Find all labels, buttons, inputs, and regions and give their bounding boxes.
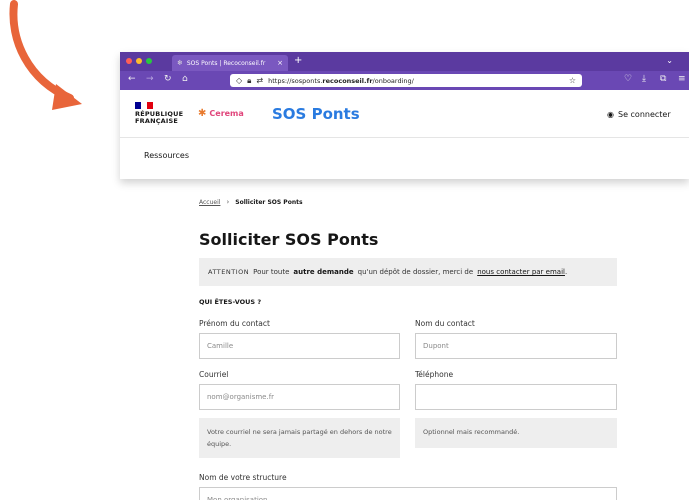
browser-titlebar: ❄ SOS Ponts | Recoconseil.fr × + ⌄ xyxy=(120,52,689,71)
firstname-input[interactable] xyxy=(199,333,400,359)
breadcrumb-current: Solliciter SOS Ponts xyxy=(235,198,303,206)
user-icon: ◉ xyxy=(607,110,614,119)
lastname-input[interactable] xyxy=(415,333,617,359)
login-button[interactable]: ◉ Se connecter xyxy=(607,110,671,119)
phone-hint: Optionnel mais recommandé. xyxy=(415,418,617,448)
bookmark-star-icon[interactable]: ☆ xyxy=(569,76,576,85)
forward-icon[interactable]: → xyxy=(146,74,154,84)
header-divider xyxy=(120,137,689,138)
close-window-icon[interactable] xyxy=(126,58,132,64)
contact-email-link[interactable]: nous contacter par email xyxy=(477,268,565,276)
browser-navbar: ← → ↻ ⌂ ◇ 🔒︎ ⇄ https://sosponts.recocons… xyxy=(120,71,689,90)
lastname-label: Nom du contact xyxy=(415,319,475,328)
breadcrumb-home-link[interactable]: Accueil xyxy=(199,199,220,206)
site-title[interactable]: SOS Ponts xyxy=(272,105,360,123)
login-label: Se connecter xyxy=(617,110,671,119)
tab-title: SOS Ponts | Recoconseil.fr xyxy=(186,59,266,67)
new-tab-icon[interactable]: + xyxy=(294,55,302,66)
tab-close-icon[interactable]: × xyxy=(277,59,283,67)
chevron-right-icon: › xyxy=(226,198,230,206)
page-title: Solliciter SOS Ponts xyxy=(199,230,379,249)
extensions-icon[interactable]: ⧉ xyxy=(660,74,666,84)
notice-text-1: Pour toute xyxy=(253,268,290,276)
notice-banner: ATTENTION Pour toute autre demande qu'un… xyxy=(199,258,617,286)
chevron-down-icon[interactable]: ⌄ xyxy=(666,56,673,65)
site-header: RÉPUBLIQUE FRANÇAISE ✱ Cerema SOS Ponts … xyxy=(120,90,689,137)
home-icon[interactable]: ⌂ xyxy=(182,74,188,84)
rf-line2: FRANÇAISE xyxy=(135,117,179,125)
permissions-icon[interactable]: ⇄ xyxy=(256,76,263,85)
structure-label: Nom de votre structure xyxy=(199,473,287,482)
menu-icon[interactable]: ≡ xyxy=(678,74,686,84)
phone-label: Téléphone xyxy=(415,370,454,379)
url-text[interactable]: https://sosponts.recoconseil.fr/onboardi… xyxy=(268,77,564,85)
notice-tag: ATTENTION xyxy=(208,268,250,276)
email-input[interactable] xyxy=(199,384,400,410)
phone-input[interactable] xyxy=(415,384,617,410)
lock-icon[interactable]: 🔒︎ xyxy=(247,76,251,86)
email-hint: Votre courriel ne sera jamais partagé en… xyxy=(199,418,400,458)
cerema-logo[interactable]: ✱ Cerema xyxy=(198,108,244,119)
french-flag-icon xyxy=(135,102,153,109)
notice-text-end: . xyxy=(564,268,568,276)
back-icon[interactable]: ← xyxy=(128,74,136,84)
browser-tab[interactable]: ❄ SOS Ponts | Recoconseil.fr × xyxy=(172,55,288,71)
breadcrumb: Accueil › Solliciter SOS Ponts xyxy=(199,198,303,206)
notice-text-2: qu'un dépôt de dossier, merci de xyxy=(357,268,474,276)
reload-icon[interactable]: ↻ xyxy=(164,74,172,84)
downloads-icon[interactable]: ⤓ xyxy=(642,74,646,84)
cerema-text: Cerema xyxy=(209,109,244,118)
firstname-label: Prénom du contact xyxy=(199,319,270,328)
nav-item-ressources[interactable]: Ressources xyxy=(144,151,189,160)
url-bar[interactable]: ◇ 🔒︎ ⇄ https://sosponts.recoconseil.fr/o… xyxy=(230,74,582,87)
section-heading: QUI ÊTES-VOUS ? xyxy=(199,298,262,306)
shield-icon[interactable]: ◇ xyxy=(236,76,242,85)
favicon-icon: ❄ xyxy=(177,59,183,67)
browser-window: ❄ SOS Ponts | Recoconseil.fr × + ⌄ ← → ↻… xyxy=(120,52,689,179)
maximize-window-icon[interactable] xyxy=(146,58,152,64)
email-label: Courriel xyxy=(199,370,229,379)
cerema-leaf-icon: ✱ xyxy=(198,108,207,119)
republique-francaise-logo[interactable]: RÉPUBLIQUE FRANÇAISE xyxy=(135,102,185,125)
pocket-icon[interactable]: ♡ xyxy=(624,74,632,84)
decorative-arrow-icon xyxy=(9,0,82,110)
minimize-window-icon[interactable] xyxy=(136,58,142,64)
structure-input[interactable] xyxy=(199,487,617,500)
notice-bold: autre demande xyxy=(293,268,354,276)
